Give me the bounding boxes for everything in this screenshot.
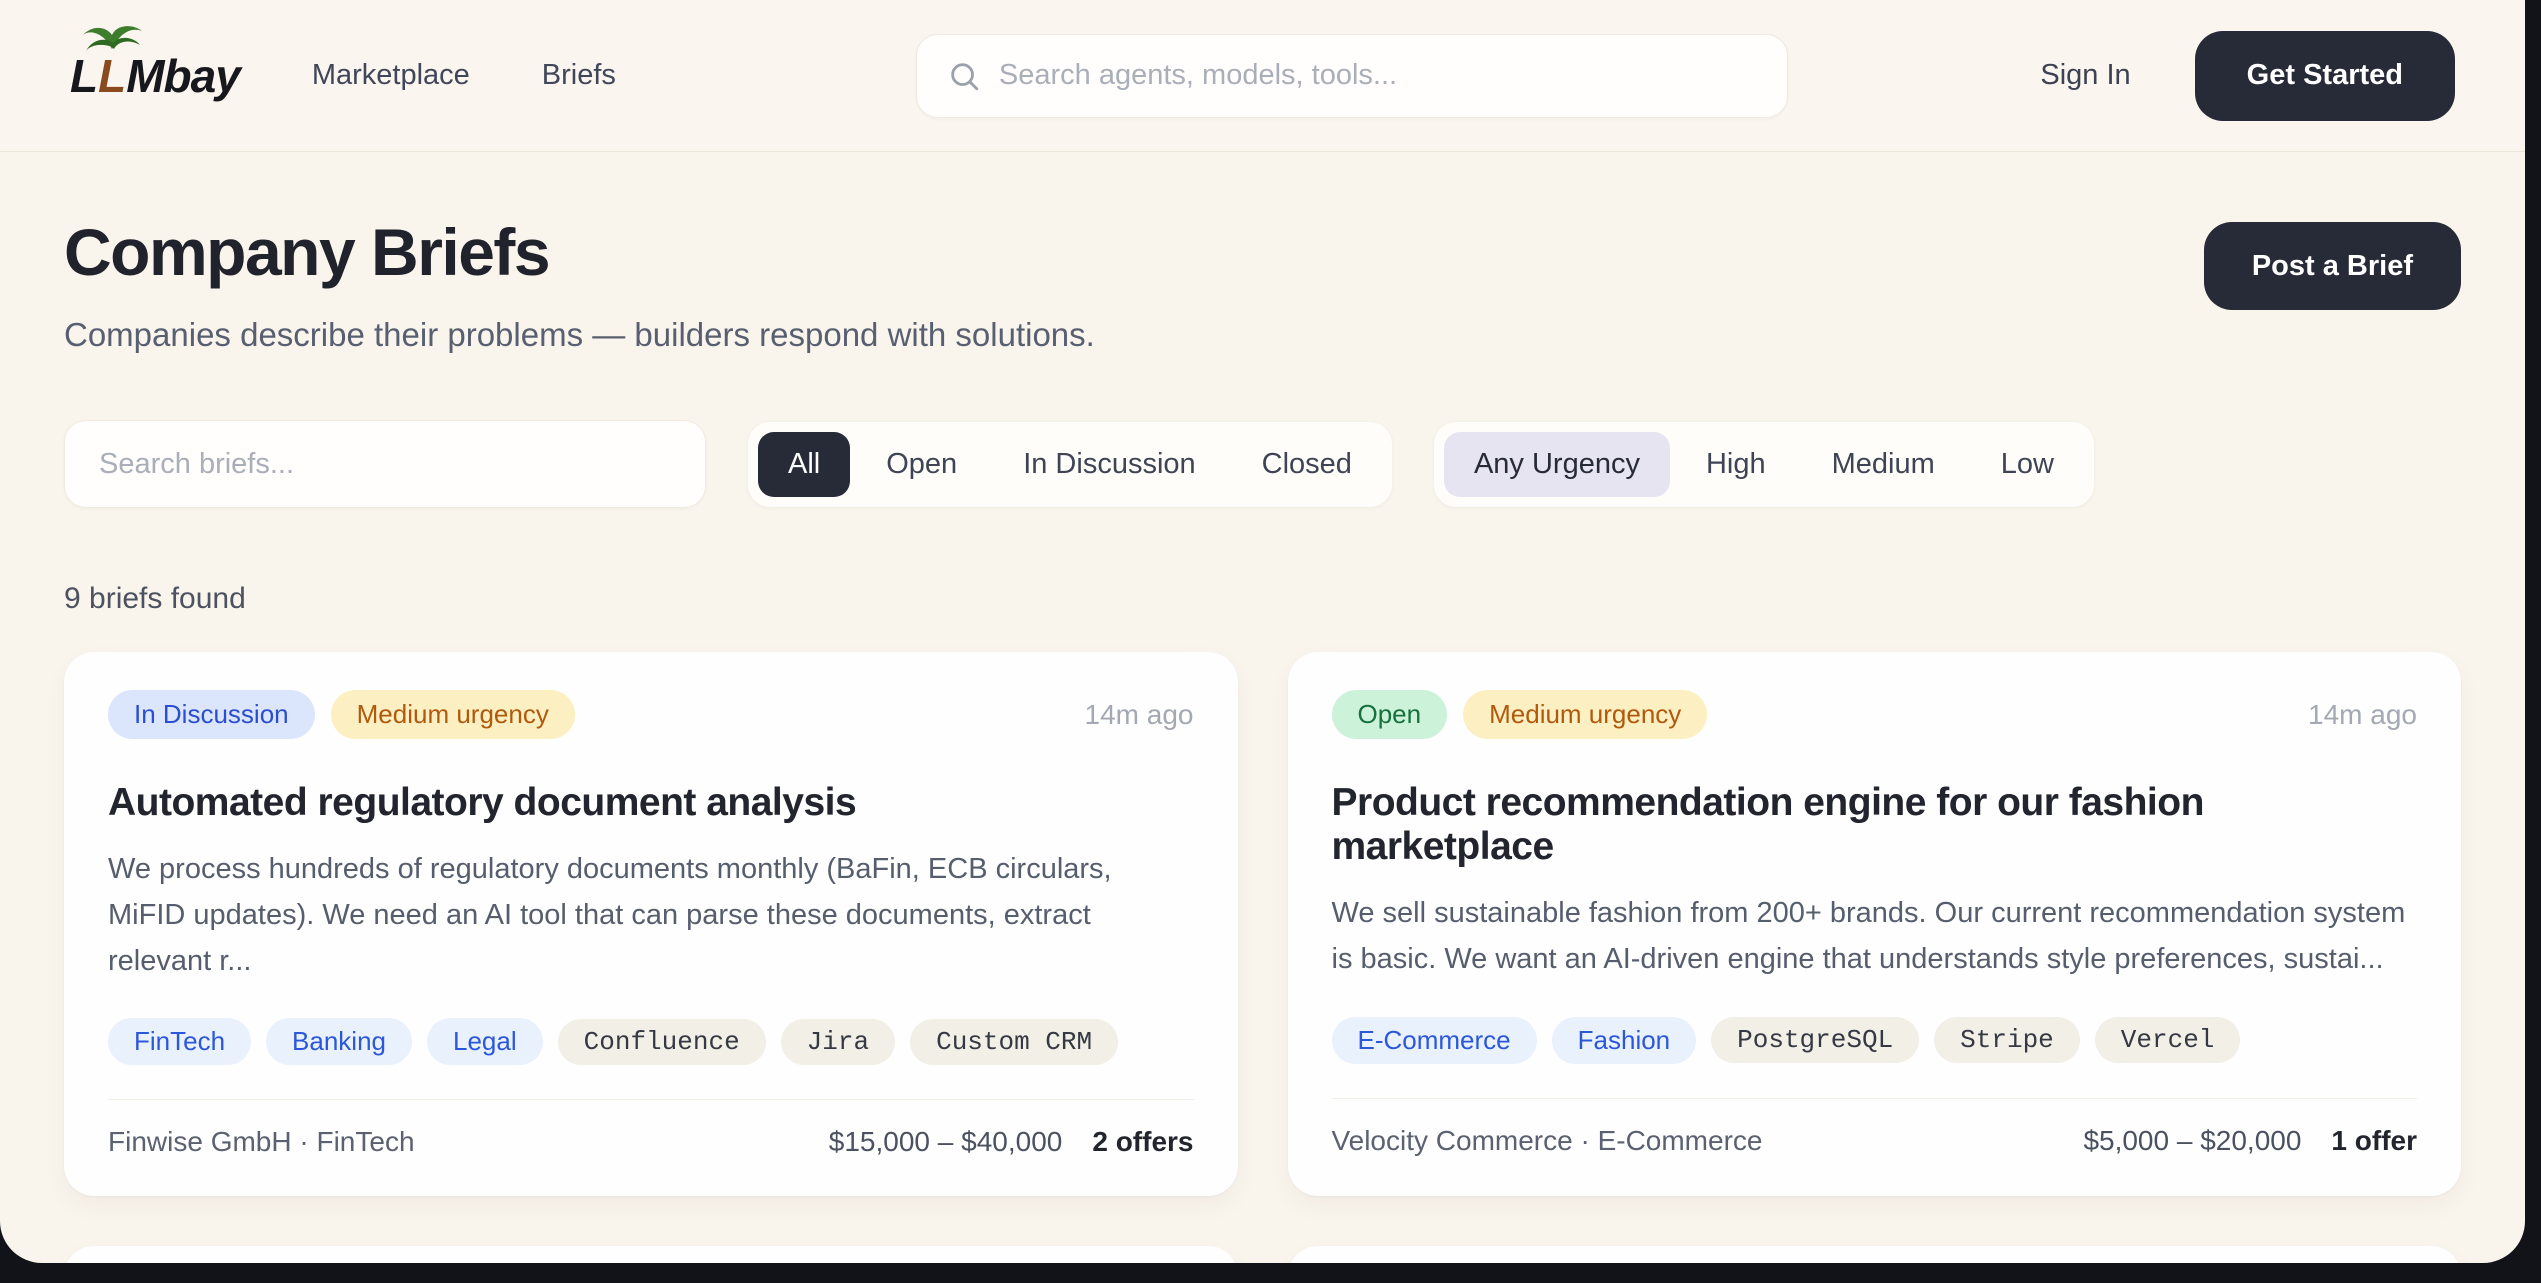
- tech-tag: PostgreSQL: [1711, 1017, 1919, 1063]
- brief-card[interactable]: Open High urgency 14m ago: [64, 1246, 1238, 1263]
- get-started-button[interactable]: Get Started: [2195, 31, 2455, 121]
- post-a-brief-button[interactable]: Post a Brief: [2204, 222, 2461, 310]
- page-header: Company Briefs Companies describe their …: [64, 214, 2461, 354]
- offers-count: 1 offer: [2331, 1125, 2417, 1157]
- page-header-text: Company Briefs Companies describe their …: [64, 214, 1095, 354]
- brand-logo[interactable]: LLMbay: [70, 49, 240, 103]
- brief-title: Automated regulatory document analysis: [108, 781, 1194, 825]
- tech-tag: Jira: [781, 1019, 895, 1065]
- tag-row: FinTech Banking Legal Confluence Jira Cu…: [108, 1018, 1194, 1065]
- nav-briefs[interactable]: Briefs: [542, 59, 616, 92]
- urgency-filter-any[interactable]: Any Urgency: [1444, 432, 1670, 497]
- timestamp: 14m ago: [2308, 699, 2417, 731]
- brief-card[interactable]: In Discussion Medium urgency 13d ago: [1288, 1246, 2462, 1263]
- briefs-grid: In Discussion Medium urgency 14m ago Aut…: [64, 652, 2461, 1263]
- timestamp: 14m ago: [1085, 699, 1194, 731]
- status-filter-in-discussion[interactable]: In Discussion: [993, 432, 1225, 497]
- sign-in-link[interactable]: Sign In: [2040, 59, 2130, 92]
- app-window: LLMbay Marketplace Briefs Sign In Get St…: [0, 0, 2525, 1263]
- urgency-badge: Medium urgency: [331, 690, 575, 739]
- palm-tree-icon: [82, 23, 144, 57]
- main-content: Company Briefs Companies describe their …: [0, 214, 2525, 1263]
- industry-tag: Fashion: [1552, 1017, 1697, 1064]
- urgency-filter-high[interactable]: High: [1676, 432, 1796, 497]
- status-filter-closed[interactable]: Closed: [1232, 432, 1382, 497]
- company-name: Finwise GmbH · FinTech: [108, 1126, 415, 1158]
- status-filter-open[interactable]: Open: [856, 432, 987, 497]
- budget-range: $15,000 – $40,000: [829, 1126, 1063, 1158]
- status-filter-all[interactable]: All: [758, 432, 850, 497]
- brief-description: We process hundreds of regulatory docume…: [108, 847, 1194, 984]
- urgency-filter-group: Any Urgency High Medium Low: [1434, 422, 2094, 507]
- logo-suffix: Mbay: [126, 49, 240, 103]
- tech-tag: Stripe: [1934, 1017, 2080, 1063]
- badge-row: In Discussion Medium urgency 14m ago: [108, 690, 1194, 739]
- industry-tag: FinTech: [108, 1018, 251, 1065]
- header-actions: Sign In Get Started: [2040, 31, 2455, 121]
- global-search-bar[interactable]: [916, 34, 1788, 118]
- offers-count: 2 offers: [1092, 1126, 1193, 1158]
- briefs-search-input[interactable]: [64, 420, 706, 508]
- tech-tag: Vercel: [2095, 1017, 2241, 1063]
- status-badge: Open: [1332, 690, 1448, 739]
- page-subtitle: Companies describe their problems — buil…: [64, 316, 1095, 354]
- badge-row: Open Medium urgency 14m ago: [1332, 690, 2418, 739]
- global-search-input[interactable]: [999, 59, 1757, 92]
- industry-tag: Banking: [266, 1018, 412, 1065]
- brief-card[interactable]: Open Medium urgency 14m ago Product reco…: [1288, 652, 2462, 1196]
- nav-marketplace[interactable]: Marketplace: [312, 59, 470, 92]
- tag-row: E-Commerce Fashion PostgreSQL Stripe Ver…: [1332, 1017, 2418, 1064]
- urgency-filter-low[interactable]: Low: [1971, 432, 2084, 497]
- filter-bar: All Open In Discussion Closed Any Urgenc…: [64, 420, 2461, 508]
- urgency-filter-medium[interactable]: Medium: [1802, 432, 1965, 497]
- results-count: 9 briefs found: [64, 582, 2461, 616]
- top-navigation-bar: LLMbay Marketplace Briefs Sign In Get St…: [0, 0, 2525, 152]
- status-filter-group: All Open In Discussion Closed: [748, 422, 1392, 507]
- urgency-badge: Medium urgency: [1463, 690, 1707, 739]
- industry-tag: Legal: [427, 1018, 543, 1065]
- brief-description: We sell sustainable fashion from 200+ br…: [1332, 891, 2418, 983]
- main-nav: Marketplace Briefs: [312, 59, 616, 92]
- company-name: Velocity Commerce · E-Commerce: [1332, 1125, 1763, 1157]
- logo-letter-l: L: [70, 49, 97, 103]
- budget-range: $5,000 – $20,000: [2083, 1125, 2301, 1157]
- brief-card[interactable]: In Discussion Medium urgency 14m ago Aut…: [64, 652, 1238, 1196]
- search-icon: [947, 59, 981, 93]
- tech-tag: Confluence: [558, 1019, 766, 1065]
- industry-tag: E-Commerce: [1332, 1017, 1537, 1064]
- card-footer: Velocity Commerce · E-Commerce $5,000 – …: [1332, 1098, 2418, 1157]
- card-footer: Finwise GmbH · FinTech $15,000 – $40,000…: [108, 1099, 1194, 1158]
- brief-title: Product recommendation engine for our fa…: [1332, 781, 2418, 869]
- tech-tag: Custom CRM: [910, 1019, 1118, 1065]
- page-title: Company Briefs: [64, 214, 1095, 290]
- logo-palm-letter: L: [98, 49, 125, 103]
- status-badge: In Discussion: [108, 690, 315, 739]
